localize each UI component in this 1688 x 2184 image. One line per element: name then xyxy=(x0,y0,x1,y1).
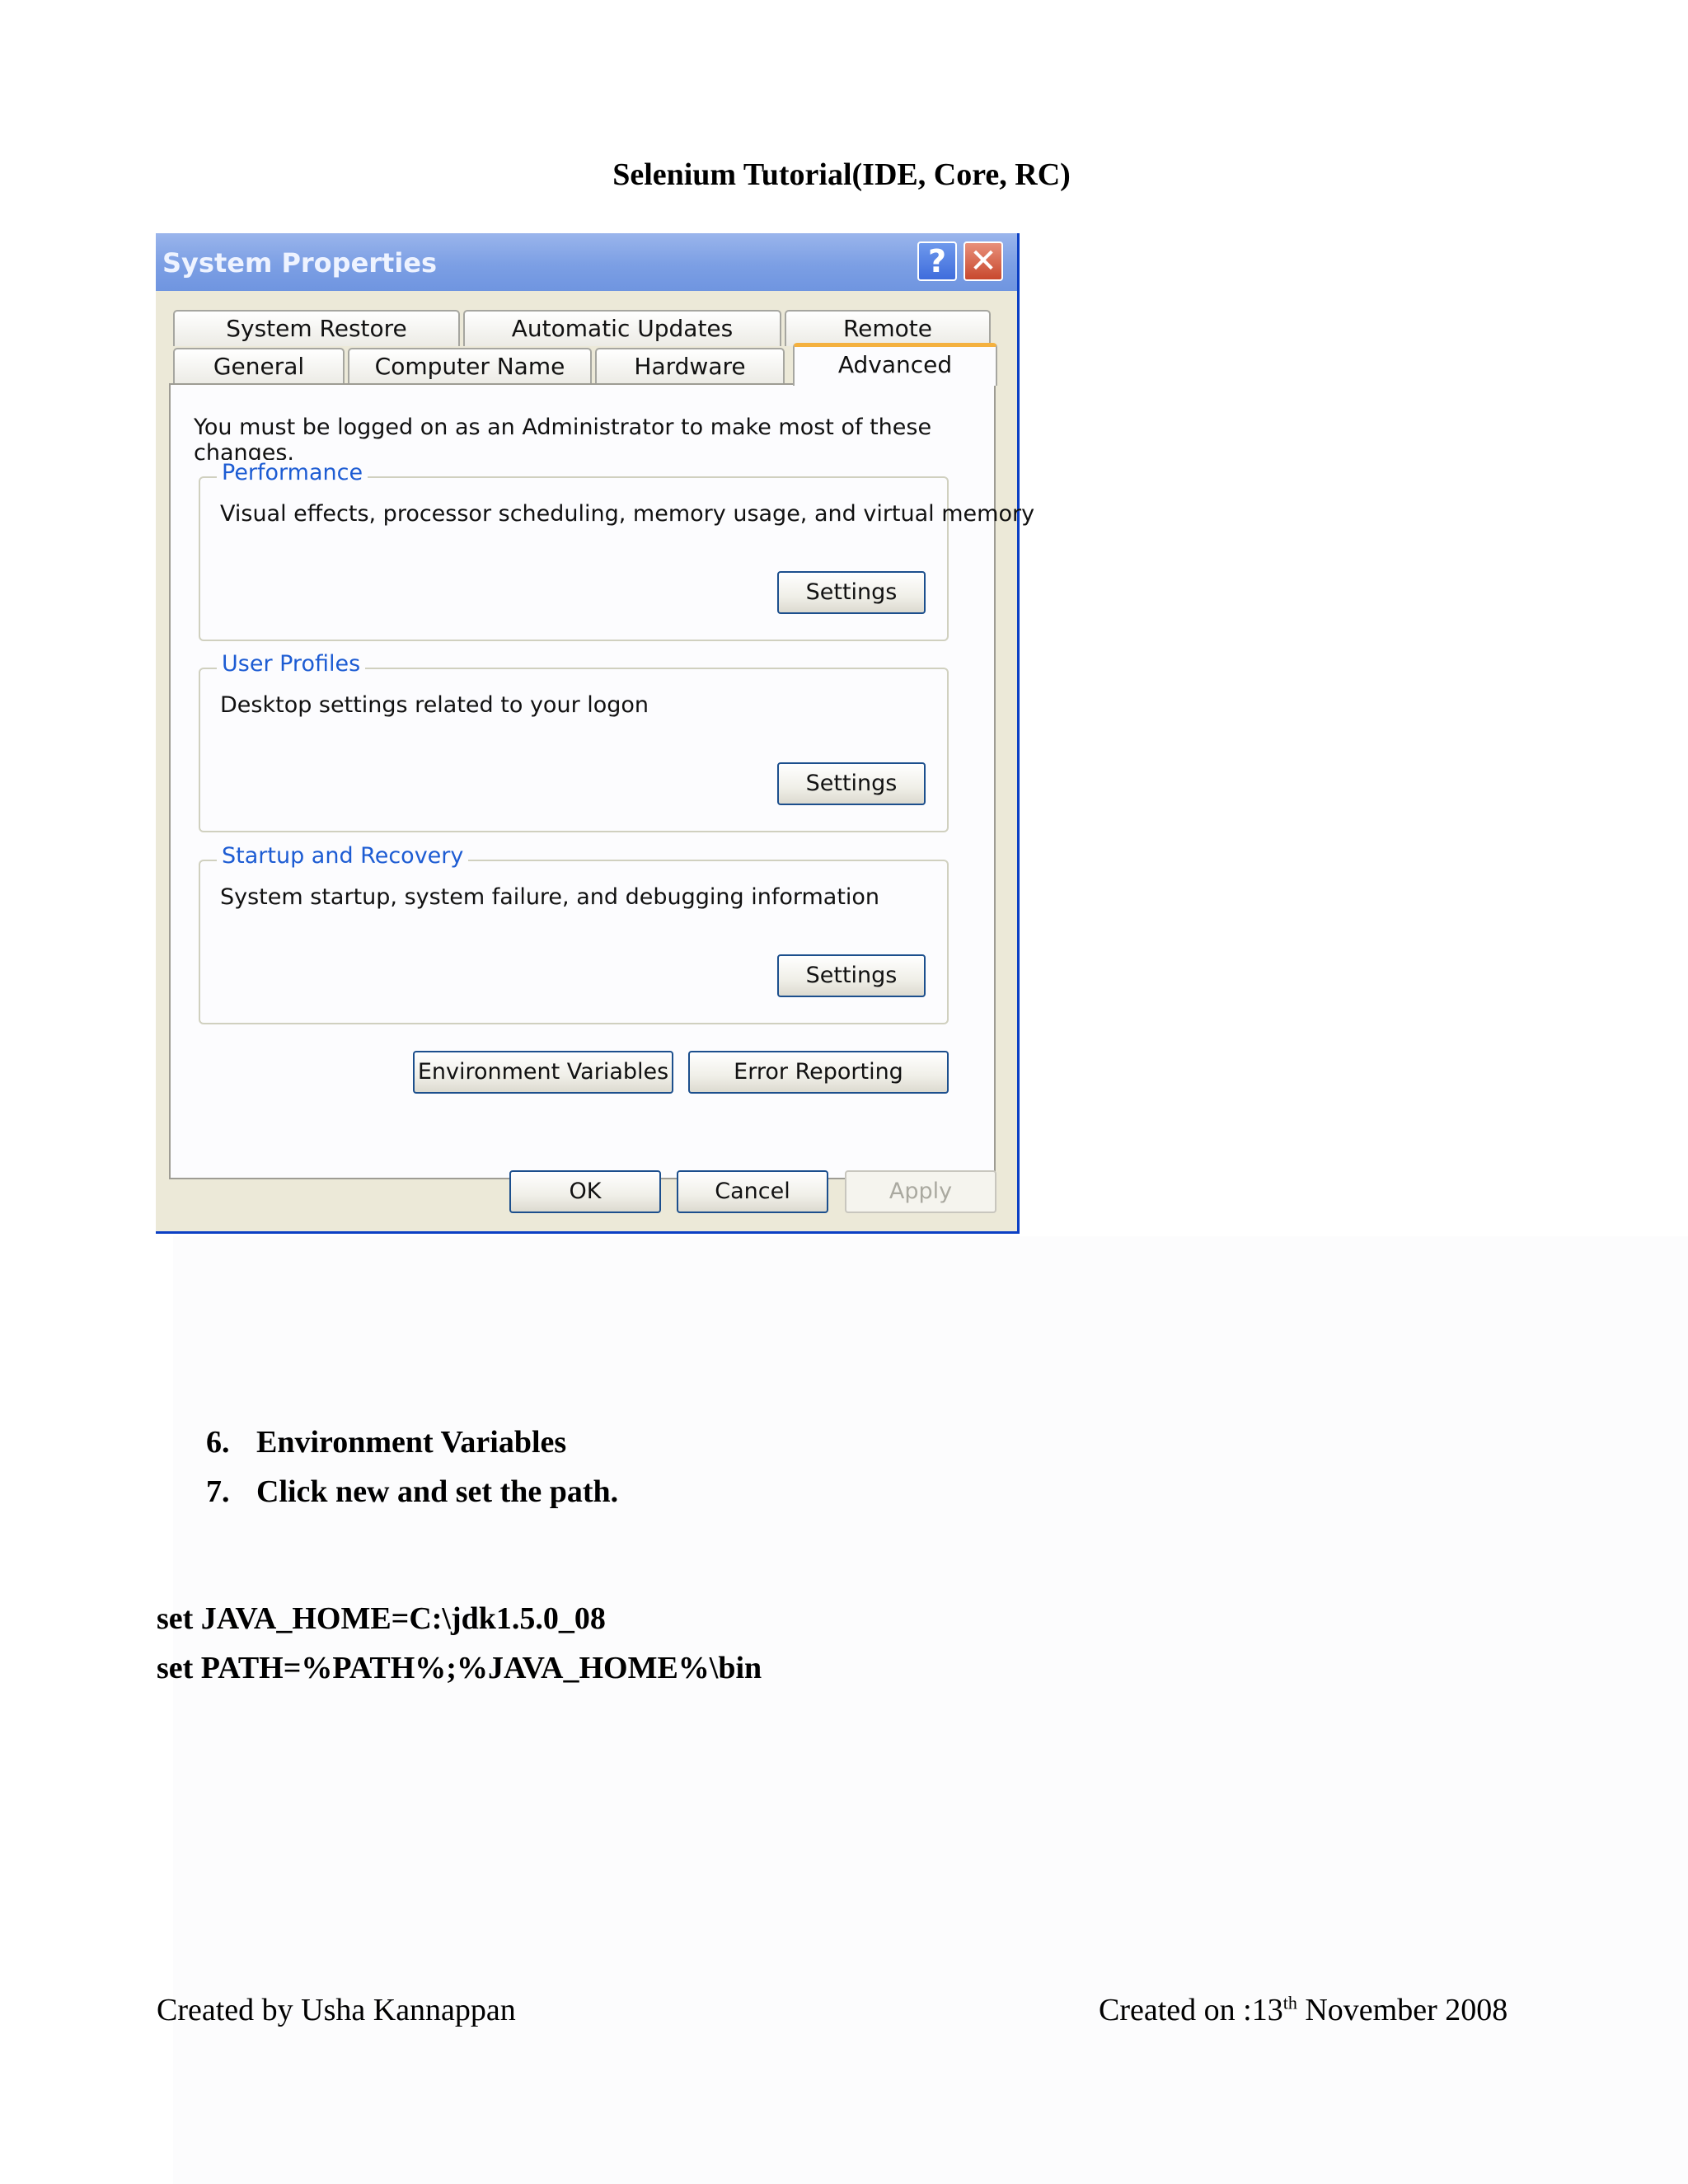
tab-automatic-updates[interactable]: Automatic Updates xyxy=(463,310,781,346)
footer-author: Created by Usha Kannappan xyxy=(157,1993,516,2027)
tab-remote[interactable]: Remote xyxy=(785,310,991,346)
help-button[interactable]: ? xyxy=(917,241,957,281)
tab-advanced[interactable]: Advanced xyxy=(793,343,997,386)
step-text: Environment Variables xyxy=(256,1425,567,1460)
performance-description: Visual effects, processor scheduling, me… xyxy=(220,501,1035,527)
system-properties-dialog: System Properties ? ✕ System Restore Aut… xyxy=(156,233,1034,1234)
performance-group: Performance Visual effects, processor sc… xyxy=(199,460,1034,641)
startup-recovery-settings-button[interactable]: Settings xyxy=(777,954,926,997)
startup-recovery-label: Startup and Recovery xyxy=(217,843,469,869)
page-background xyxy=(173,1236,1688,2184)
document-title: Selenium Tutorial(IDE, Core, RC) xyxy=(612,157,1071,192)
command-path: set PATH=%PATH%;%JAVA_HOME%\bin xyxy=(157,1651,762,1685)
tab-hardware[interactable]: Hardware xyxy=(595,348,785,384)
ok-button[interactable]: OK xyxy=(509,1170,661,1213)
tab-system-restore[interactable]: System Restore xyxy=(173,310,460,346)
step-number: 7. xyxy=(206,1474,230,1509)
error-reporting-button[interactable]: Error Reporting xyxy=(688,1051,949,1094)
tab-computer-name[interactable]: Computer Name xyxy=(348,348,592,384)
apply-button[interactable]: Apply xyxy=(845,1170,996,1213)
step-text: Click new and set the path. xyxy=(256,1474,619,1509)
command-java-home: set JAVA_HOME=C:\jdk1.5.0_08 xyxy=(157,1601,606,1636)
close-button[interactable]: ✕ xyxy=(964,241,1003,281)
user-profiles-label: User Profiles xyxy=(217,651,366,677)
user-profiles-group: User Profiles Desktop settings related t… xyxy=(199,651,949,832)
step-number: 6. xyxy=(206,1425,230,1460)
admin-note: You must be logged on as an Administrato… xyxy=(194,415,932,466)
performance-label: Performance xyxy=(217,460,368,485)
title-bar[interactable]: System Properties ? ✕ xyxy=(156,233,1017,291)
user-profiles-description: Desktop settings related to your logon xyxy=(220,692,649,718)
environment-variables-button[interactable]: Environment Variables xyxy=(413,1051,673,1094)
step-7: 7. Click new and set the path. xyxy=(206,1474,618,1510)
tab-general[interactable]: General xyxy=(173,348,345,384)
step-6: 6. Environment Variables xyxy=(206,1424,566,1460)
performance-settings-button[interactable]: Settings xyxy=(777,571,926,614)
cancel-button[interactable]: Cancel xyxy=(677,1170,828,1213)
startup-recovery-group: Startup and Recovery System startup, sys… xyxy=(199,843,949,1024)
user-profiles-settings-button[interactable]: Settings xyxy=(777,762,926,805)
startup-recovery-description: System startup, system failure, and debu… xyxy=(220,884,880,910)
footer-date: Created on :13th November 2008 xyxy=(1099,1992,1508,2027)
dialog-title: System Properties xyxy=(162,247,438,279)
